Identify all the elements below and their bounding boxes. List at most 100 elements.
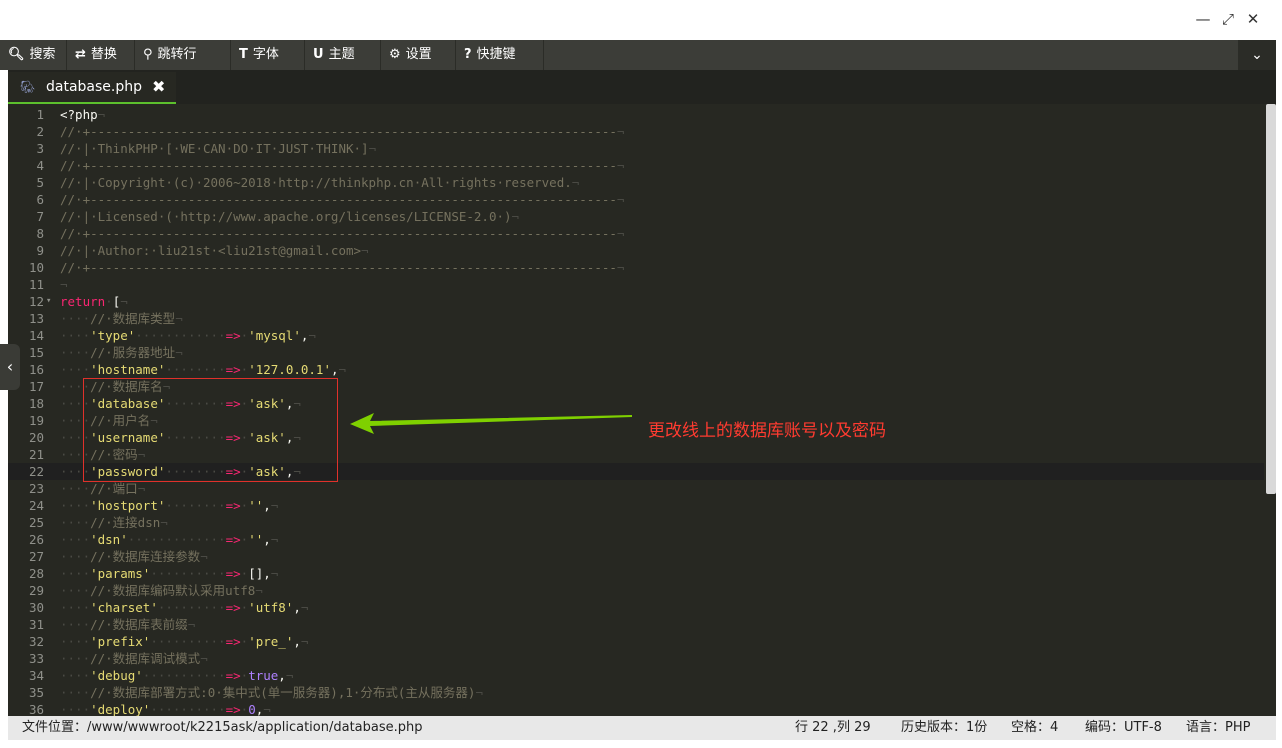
code-line[interactable]: 9 //·|·Author:·liu21st·<liu21st@gmail.com… [8, 242, 1264, 259]
code-text: ····'deploy'··········=>·0,¬ [60, 702, 271, 716]
font-label: 字体 [252, 47, 279, 62]
line-number: 2 [36, 124, 44, 139]
code-line[interactable]: 28 ····'params'··········=>·[],¬ [8, 565, 1264, 582]
code-line[interactable]: 1 <?php¬ [8, 106, 1264, 123]
scrollbar-thumb[interactable] [1266, 104, 1276, 494]
language-setting[interactable]: 语言：PHP [1186, 716, 1250, 740]
code-line[interactable]: 4 //·+-----------------------------------… [8, 157, 1264, 174]
annotation-text: 更改线上的数据库账号以及密码 [648, 421, 886, 441]
line-number: 30 [28, 600, 44, 615]
line-number: 14 [28, 328, 44, 343]
code-line[interactable]: 16 ····'hostname'········=>·'127.0.0.1',¬ [8, 361, 1264, 378]
code-line[interactable]: 29 ····//·数据库编码默认采用utf8¬ [8, 582, 1264, 599]
code-line[interactable]: 36 ····'deploy'··········=>·0,¬ [8, 701, 1264, 716]
theme-button[interactable]: U 主题 [305, 40, 381, 70]
theme-icon: U [313, 47, 324, 62]
code-line[interactable]: 8 //·+-----------------------------------… [8, 225, 1264, 242]
line-number: 35 [28, 685, 44, 700]
window-titlebar: — ⤢ ✕ [0, 0, 1282, 40]
theme-label: 主题 [328, 47, 355, 62]
code-line[interactable]: 11 ¬ [8, 276, 1264, 293]
line-number: 9 [36, 243, 44, 258]
code-text: ····//·数据库编码默认采用utf8¬ [60, 583, 263, 598]
history-versions[interactable]: 历史版本：1份 [901, 716, 987, 740]
code-text: ····'debug'···········=>·true,¬ [60, 668, 294, 683]
code-line[interactable]: 5 //·|·Copyright·(c)·2006~2018·http://thi… [8, 174, 1264, 191]
code-line[interactable]: 3 //·|·ThinkPHP·[·WE·CAN·DO·IT·JUST·THINK… [8, 140, 1264, 157]
code-text: ····//·端口¬ [60, 481, 146, 496]
line-number: 7 [36, 209, 44, 224]
line-number: 29 [28, 583, 44, 598]
line-number: 8 [36, 226, 44, 241]
code-line[interactable]: 2 //·+-----------------------------------… [8, 123, 1264, 140]
minimize-icon[interactable]: — [1194, 10, 1212, 28]
php-file-icon: 🐘︎ [20, 80, 36, 94]
chevron-left-icon: ‹ [6, 357, 14, 376]
gear-icon: ⚙ [389, 47, 401, 62]
line-number: 10 [28, 260, 44, 275]
maximize-icon[interactable]: ⤢ [1219, 10, 1237, 28]
line-number: 5 [36, 175, 44, 190]
code-text: <?php¬ [60, 107, 106, 122]
code-text: return·[¬ [60, 294, 128, 309]
goto-line-label: 跳转行 [157, 47, 197, 62]
close-tab-icon[interactable]: ✖ [152, 72, 165, 102]
settings-button[interactable]: ⚙ 设置 [381, 40, 456, 70]
line-number: 26 [28, 532, 44, 547]
code-line[interactable]: 6 //·+-----------------------------------… [8, 191, 1264, 208]
code-line[interactable]: 25 ····//·连接dsn¬ [8, 514, 1264, 531]
code-line[interactable]: 12 ▾ return·[¬ [8, 293, 1264, 310]
code-line[interactable]: 26 ····'dsn'·············=>·'',¬ [8, 531, 1264, 548]
code-text: ····//·数据库表前缀¬ [60, 617, 196, 632]
close-icon[interactable]: ✕ [1244, 10, 1262, 28]
line-number: 36 [28, 702, 44, 716]
line-number: 4 [36, 158, 44, 173]
code-line[interactable]: 23 ····//·端口¬ [8, 480, 1264, 497]
arrow-shape [350, 413, 632, 434]
code-line[interactable]: 30 ····'charset'·········=>·'utf8',¬ [8, 599, 1264, 616]
code-text: ····//·数据库部署方式:0·集中式(单一服务器),1·分布式(主从服务器)… [60, 685, 483, 700]
highlight-box [83, 378, 338, 482]
status-bar: 文件位置：/www/wwwroot/k2215ask/application/d… [8, 716, 1276, 740]
sidebar-toggle-handle[interactable]: ‹ [0, 344, 20, 390]
font-button[interactable]: T 字体 [231, 40, 305, 70]
code-line[interactable]: 34 ····'debug'···········=>·true,¬ [8, 667, 1264, 684]
line-number: 28 [28, 566, 44, 581]
goto-line-button[interactable]: ⚲ 跳转行 [135, 40, 231, 70]
search-button[interactable]: 🔍︎ 搜索 [0, 40, 67, 70]
replace-button[interactable]: ⇄ 替换 [67, 40, 135, 70]
line-number: 25 [28, 515, 44, 530]
code-line[interactable]: 27 ····//·数据库连接参数¬ [8, 548, 1264, 565]
line-number: 19 [28, 413, 44, 428]
code-line[interactable]: 33 ····//·数据库调试模式¬ [8, 650, 1264, 667]
line-number: 1 [36, 107, 44, 122]
code-line[interactable]: 31 ····//·数据库表前缀¬ [8, 616, 1264, 633]
code-text: //·|·ThinkPHP·[·WE·CAN·DO·IT·JUST·THINK·… [60, 141, 377, 156]
code-line[interactable]: 35 ····//·数据库部署方式:0·集中式(单一服务器),1·分布式(主从服务… [8, 684, 1264, 701]
code-text: ····//·服务器地址¬ [60, 345, 183, 360]
toolbar-expand-button[interactable]: ⌄ [1238, 40, 1276, 70]
code-text: //·+------------------------------------… [60, 124, 625, 139]
indent-setting[interactable]: 空格：4 [1011, 716, 1058, 740]
fold-icon[interactable]: ▾ [46, 293, 51, 310]
code-text: ····'hostname'········=>·'127.0.0.1',¬ [60, 362, 347, 377]
line-number: 12 [28, 294, 44, 309]
tab-database-php[interactable]: 🐘︎ database.php ✖ [8, 72, 176, 104]
code-text: ····//·数据库连接参数¬ [60, 549, 208, 564]
code-line[interactable]: 14 ····'type'············=>·'mysql',¬ [8, 327, 1264, 344]
code-line[interactable]: 10 //·+----------------------------------… [8, 259, 1264, 276]
code-text: ····//·连接dsn¬ [60, 515, 168, 530]
code-text: //·|·Copyright·(c)·2006~2018·http://thin… [60, 175, 580, 190]
code-line[interactable]: 13 ····//·数据库类型¬ [8, 310, 1264, 327]
code-line[interactable]: 24 ····'hostport'········=>·'',¬ [8, 497, 1264, 514]
code-line[interactable]: 32 ····'prefix'··········=>·'pre_',¬ [8, 633, 1264, 650]
line-number: 34 [28, 668, 44, 683]
line-number: 21 [28, 447, 44, 462]
line-number: 3 [36, 141, 44, 156]
line-number: 23 [28, 481, 44, 496]
shortcuts-button[interactable]: ? 快捷键 [456, 40, 544, 70]
code-line[interactable]: 15 ····//·服务器地址¬ [8, 344, 1264, 361]
pin-icon: ⚲ [143, 47, 153, 62]
code-line[interactable]: 7 //·|·Licensed·(·http://www.apache.org/l… [8, 208, 1264, 225]
encoding-setting[interactable]: 编码：UTF-8 [1085, 716, 1162, 740]
